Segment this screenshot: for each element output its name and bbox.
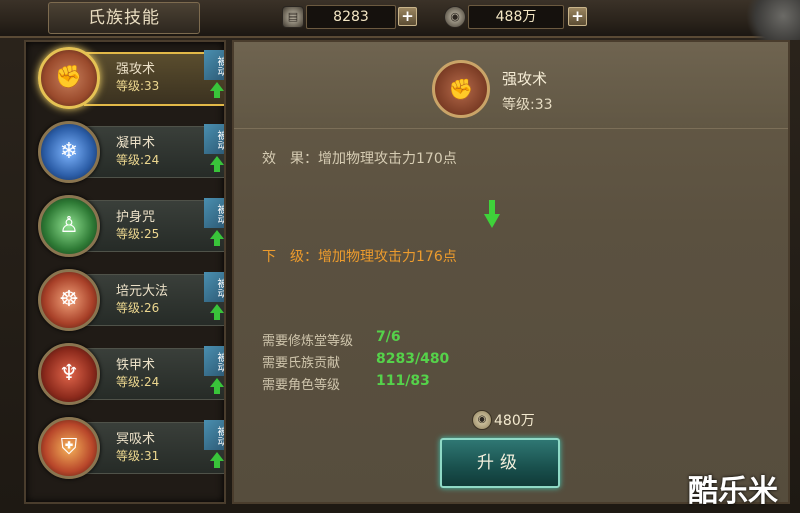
add-money-button[interactable]: + <box>568 7 587 26</box>
skill-window: 氏族技能 ▤ 8283 + ◉ 488万 + ✊ 强攻术 等级:33 被动 ❄ … <box>0 0 800 513</box>
skill-level: 等级:24 <box>116 375 160 389</box>
skill-item-hushen[interactable]: ♙ 护身咒 等级:25 被动 <box>34 192 224 258</box>
ice-shield-icon: ❄ <box>38 121 100 183</box>
demon-armor-icon: ♆ <box>38 343 100 405</box>
passive-tag: 被动 <box>204 198 224 228</box>
next-level-effect: 下 级：增加物理攻击力176点 <box>262 249 457 265</box>
meditation-icon: ☸ <box>38 269 100 331</box>
requirement-value: 7/6 <box>376 329 401 345</box>
fist-icon: ✊ <box>38 47 100 109</box>
upgrade-arrow-icon <box>210 82 224 98</box>
requirement-value: 8283/480 <box>376 351 450 367</box>
skill-level: 等级:25 <box>116 227 160 241</box>
contribution-value: 8283 <box>306 5 396 29</box>
passive-tag: 被动 <box>204 50 224 80</box>
skill-item-tiejia[interactable]: ♆ 铁甲术 等级:24 被动 <box>34 340 224 406</box>
skill-name: 凝甲术 <box>116 136 156 151</box>
flame-shield-icon: ⛨ <box>38 417 100 479</box>
upgrade-button[interactable]: 升级 <box>440 438 560 488</box>
upgrade-arrow-icon <box>210 156 224 172</box>
skill-item-peiyuan[interactable]: ☸ 培元大法 等级:26 被动 <box>34 266 224 332</box>
upgrade-arrow-icon <box>210 230 224 246</box>
coin-icon: ◉ <box>472 410 492 430</box>
skill-item-qianggong[interactable]: ✊ 强攻术 等级:33 被动 <box>34 44 224 110</box>
detail-skill-level: 等级:33 <box>502 97 553 113</box>
upgrade-arrow-icon <box>210 378 224 394</box>
requirement-value: 111/83 <box>376 373 430 389</box>
top-bar: 氏族技能 ▤ 8283 + ◉ 488万 + <box>0 0 800 40</box>
aura-body-icon: ♙ <box>38 195 100 257</box>
upgrade-cost: 480万 <box>494 413 535 429</box>
passive-tag: 被动 <box>204 346 224 376</box>
skill-item-ningjia[interactable]: ❄ 凝甲术 等级:24 被动 <box>34 118 224 184</box>
skill-level: 等级:26 <box>116 301 160 315</box>
upgrade-arrow-icon <box>210 452 224 468</box>
skill-level: 等级:31 <box>116 449 160 463</box>
detail-header: ✊ 强攻术 等级:33 <box>234 42 788 129</box>
skill-name: 铁甲术 <box>116 358 156 373</box>
fist-icon: ✊ <box>432 60 490 118</box>
scroll-icon: ▤ <box>282 6 304 28</box>
requirement-label: 需要氏族贡献 <box>262 356 341 371</box>
money-value: 488万 <box>468 5 564 29</box>
requirement-label: 需要角色等级 <box>262 378 341 393</box>
skill-name: 培元大法 <box>116 284 169 299</box>
skill-item-mingxi[interactable]: ⛨ 冥吸术 等级:31 被动 <box>34 414 224 480</box>
coin-icon: ◉ <box>444 6 466 28</box>
detail-skill-name: 强攻术 <box>502 70 548 88</box>
skill-name: 强攻术 <box>116 62 156 77</box>
skill-level: 等级:24 <box>116 153 160 167</box>
window-title: 氏族技能 <box>48 2 200 34</box>
current-effect: 效 果：增加物理攻击力170点 <box>262 151 457 167</box>
passive-tag: 被动 <box>204 124 224 154</box>
add-contribution-button[interactable]: + <box>398 7 417 26</box>
watermark-logo: 酷乐米 <box>688 474 778 509</box>
passive-tag: 被动 <box>204 272 224 302</box>
passive-tag: 被动 <box>204 420 224 450</box>
upgrade-arrow-icon <box>210 304 224 320</box>
requirement-label: 需要修炼堂等级 <box>262 334 354 349</box>
skill-name: 冥吸术 <box>116 432 156 447</box>
corner-ornament <box>744 0 800 40</box>
down-arrow-icon <box>484 200 500 228</box>
skill-name: 护身咒 <box>116 210 156 225</box>
skill-level: 等级:33 <box>116 79 160 93</box>
skill-detail-panel: ✊ 强攻术 等级:33 效 果：增加物理攻击力170点 下 级：增加物理攻击力1… <box>232 40 790 504</box>
skill-list[interactable]: ✊ 强攻术 等级:33 被动 ❄ 凝甲术 等级:24 被动 ♙ 护身咒 等级:2… <box>24 40 226 504</box>
